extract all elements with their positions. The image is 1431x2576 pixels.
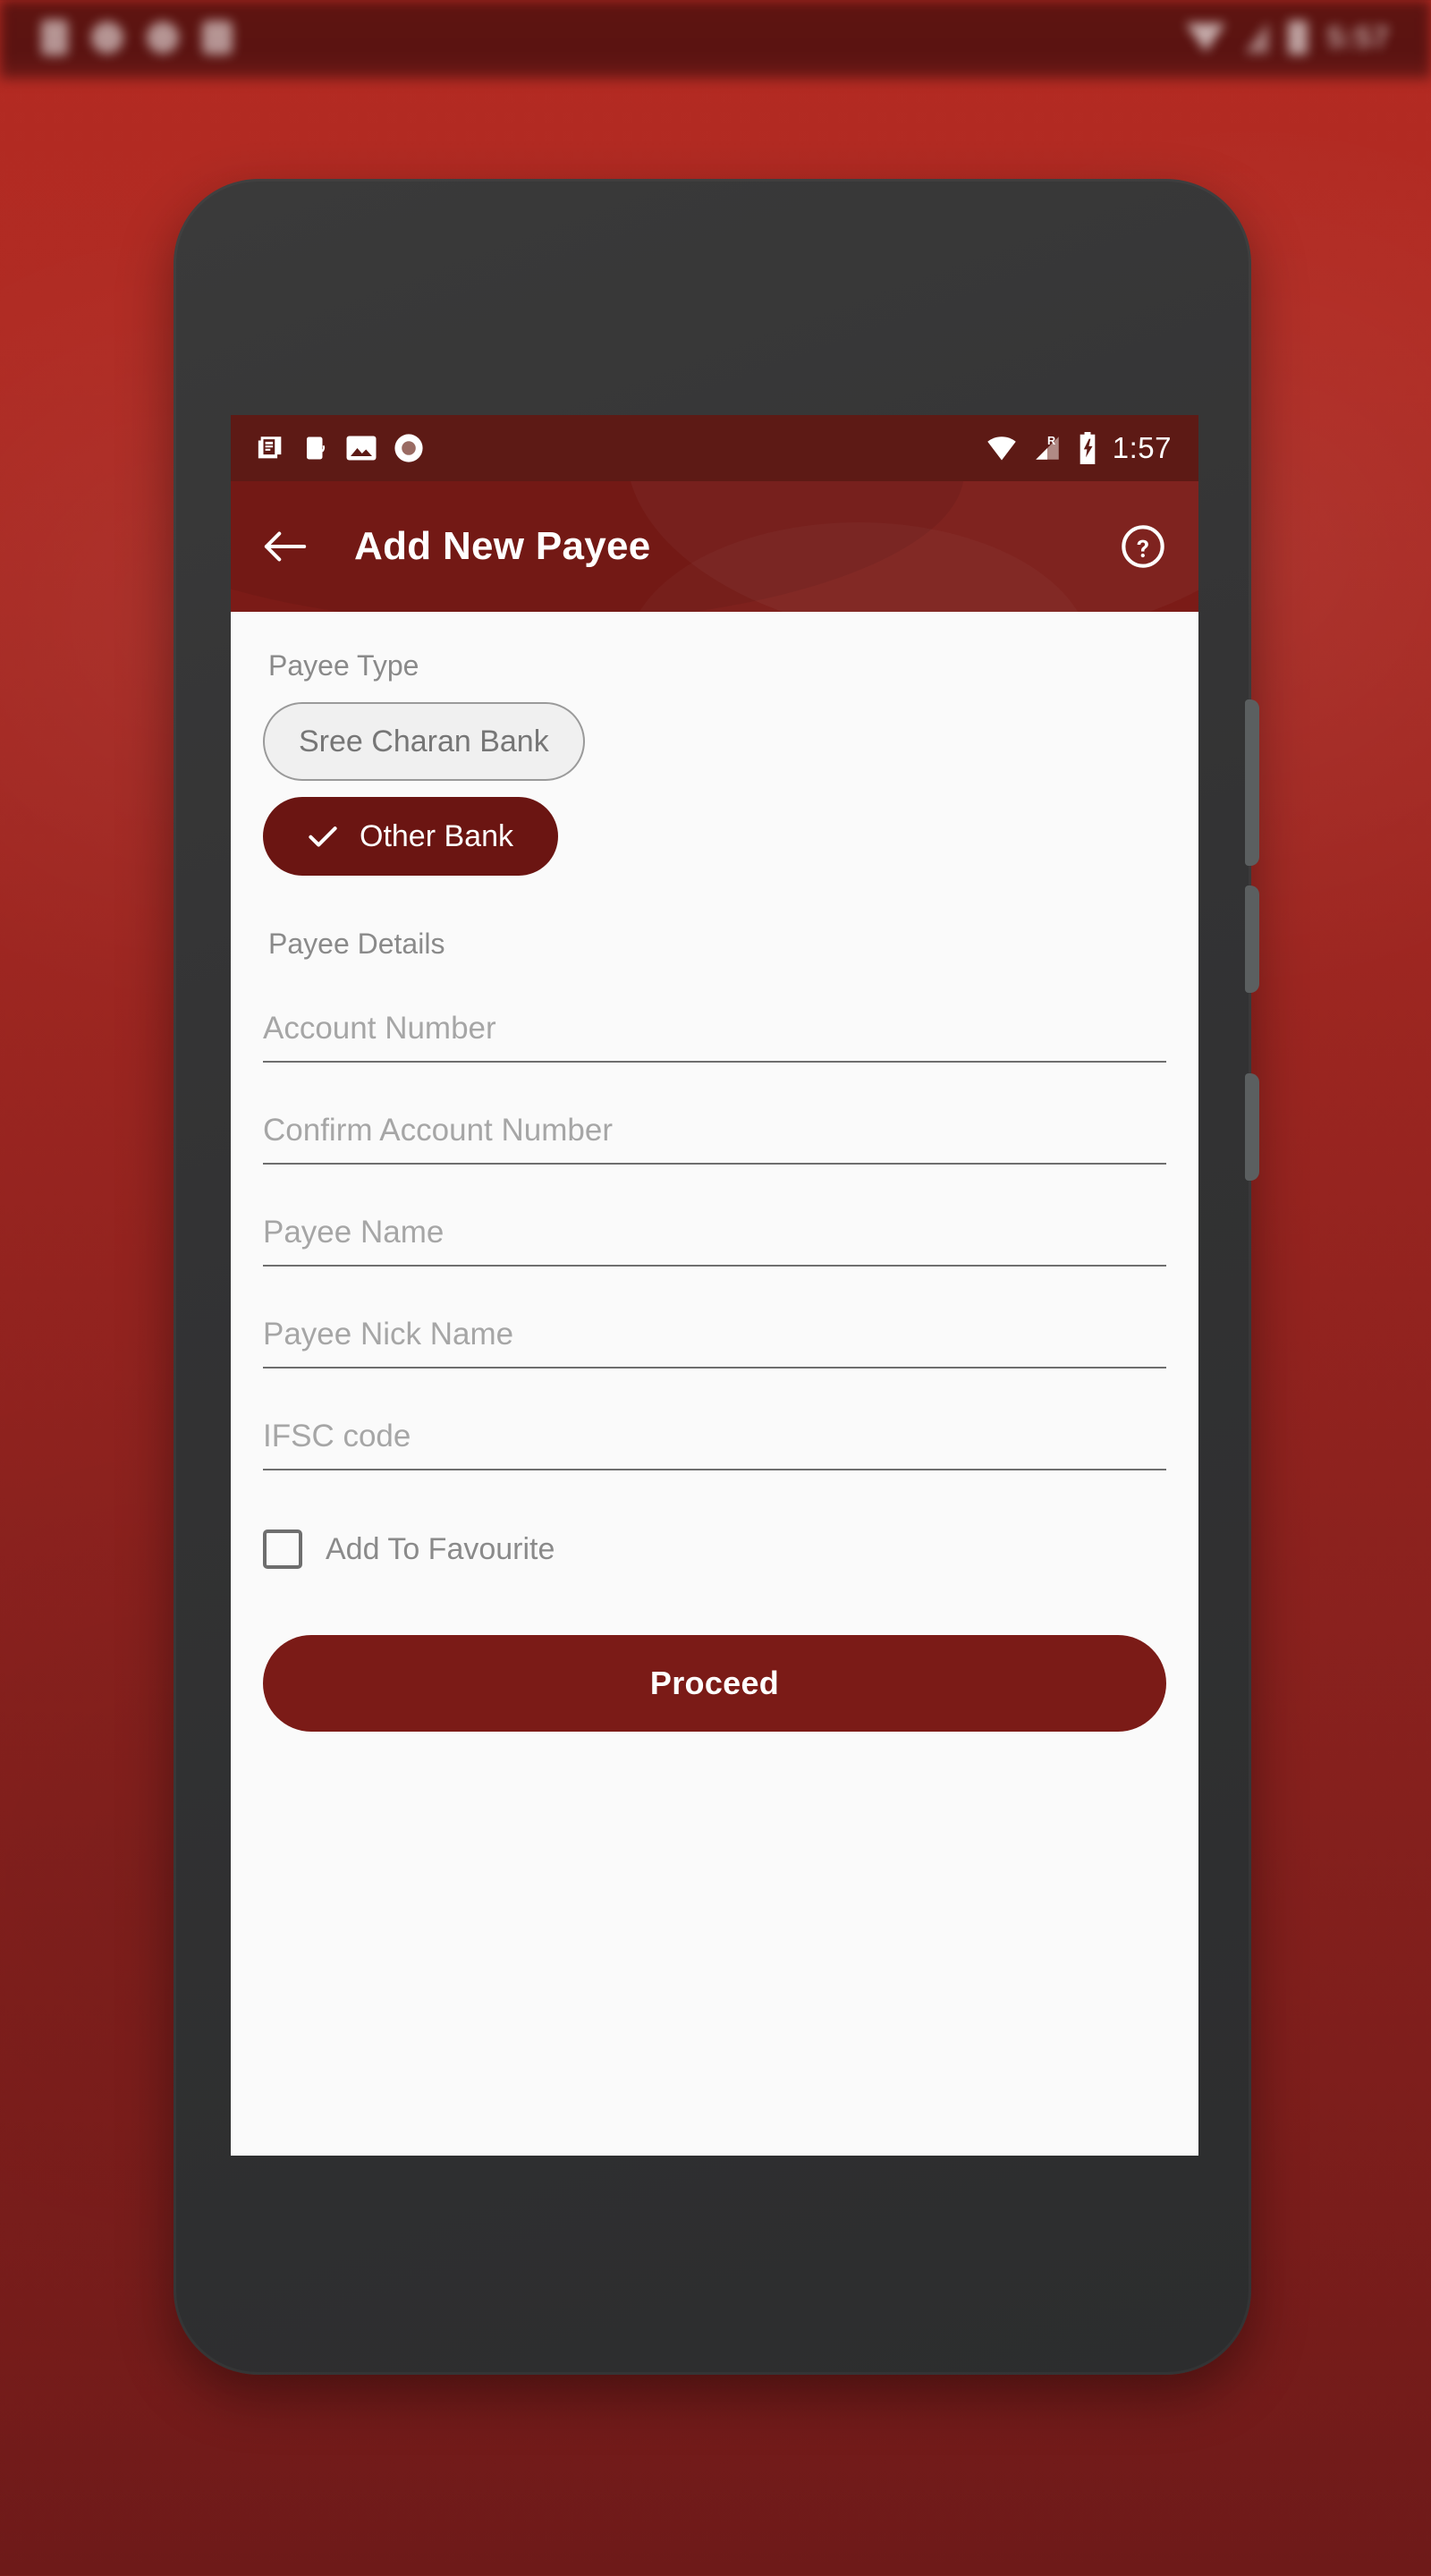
help-button[interactable]	[1120, 523, 1166, 570]
chip-label: Sree Charan Bank	[299, 724, 549, 758]
record-icon	[147, 21, 179, 54]
payee-name-placeholder: Payee Name	[263, 1215, 445, 1250]
page-title: Add New Payee	[354, 524, 651, 568]
android-status-bar: R 1:57	[231, 415, 1198, 481]
confirm-account-number-field[interactable]: Confirm Account Number	[263, 1113, 1166, 1165]
status-bar-system-icons: R 1:57	[986, 431, 1172, 465]
account-number-placeholder: Account Number	[263, 1011, 496, 1046]
payee-type-chip-other-bank[interactable]: Other Bank	[263, 797, 558, 876]
payee-name-field[interactable]: Payee Name	[263, 1215, 1166, 1267]
roaming-signal-icon: R	[1036, 434, 1059, 460]
proceed-button-label: Proceed	[649, 1665, 780, 1701]
form-content: Payee Type Sree Charan Bank Other Bank P…	[231, 649, 1198, 2156]
ifsc-code-placeholder: IFSC code	[263, 1419, 411, 1453]
check-icon	[308, 824, 338, 849]
payee-nick-name-field[interactable]: Payee Nick Name	[263, 1317, 1166, 1368]
payee-details-label: Payee Details	[268, 928, 445, 960]
payee-nick-name-placeholder: Payee Nick Name	[263, 1317, 514, 1352]
add-to-favourite-checkbox[interactable]	[263, 1530, 302, 1569]
sim-icon	[41, 20, 68, 55]
proceed-button[interactable]: Proceed	[263, 1635, 1166, 1732]
wifi-icon	[987, 436, 1016, 461]
host-status-bar: 5:57	[0, 0, 1431, 75]
back-button[interactable]	[263, 527, 308, 566]
help-circle-icon	[1122, 525, 1164, 568]
payee-type-label: Payee Type	[268, 649, 419, 682]
phone-sync-icon	[307, 436, 326, 460]
svg-text:R: R	[1047, 434, 1055, 447]
payee-type-chip-sree-charan-bank[interactable]: Sree Charan Bank	[263, 702, 585, 781]
phone-screen: R 1:57 Add New Payee Payee Type Sree Cha…	[231, 415, 1198, 2156]
ifsc-code-field[interactable]: IFSC code	[263, 1419, 1166, 1470]
host-clock: 5:57	[1326, 21, 1390, 54]
status-bar-notification-icons	[256, 432, 424, 464]
battery-charging-icon	[1080, 432, 1096, 464]
chip-label: Other Bank	[360, 818, 513, 853]
volume-down-button[interactable]	[1245, 1073, 1259, 1181]
battery-icon	[1287, 21, 1308, 55]
record-icon	[91, 21, 123, 54]
app-bar-decor-wave	[626, 481, 1198, 612]
wifi-icon	[1185, 23, 1225, 52]
status-bar-clock: 1:57	[1112, 431, 1172, 464]
signal-icon	[1244, 22, 1268, 53]
account-number-field[interactable]: Account Number	[263, 1011, 1166, 1063]
host-status-left-icons	[41, 20, 233, 55]
app-bar-decor-wave	[626, 522, 1091, 612]
image-icon	[346, 436, 377, 461]
payee-type-chip-group: Sree Charan Bank Other Bank	[263, 682, 1166, 876]
volume-up-button[interactable]	[1245, 886, 1259, 993]
add-to-favourite-row[interactable]: Add To Favourite	[263, 1530, 1166, 1569]
phone-device-frame: R 1:57 Add New Payee Payee Type Sree Cha…	[174, 179, 1259, 2375]
power-button[interactable]	[1245, 699, 1259, 866]
news-article-icon	[258, 436, 282, 459]
host-status-right-icons: 5:57	[1185, 21, 1390, 55]
app-bar: Add New Payee	[231, 481, 1198, 612]
app-icon	[202, 21, 233, 55]
add-to-favourite-label: Add To Favourite	[326, 1531, 555, 1566]
back-arrow-icon	[264, 531, 307, 562]
record-dot-icon	[394, 434, 423, 462]
confirm-account-number-placeholder: Confirm Account Number	[263, 1113, 613, 1148]
